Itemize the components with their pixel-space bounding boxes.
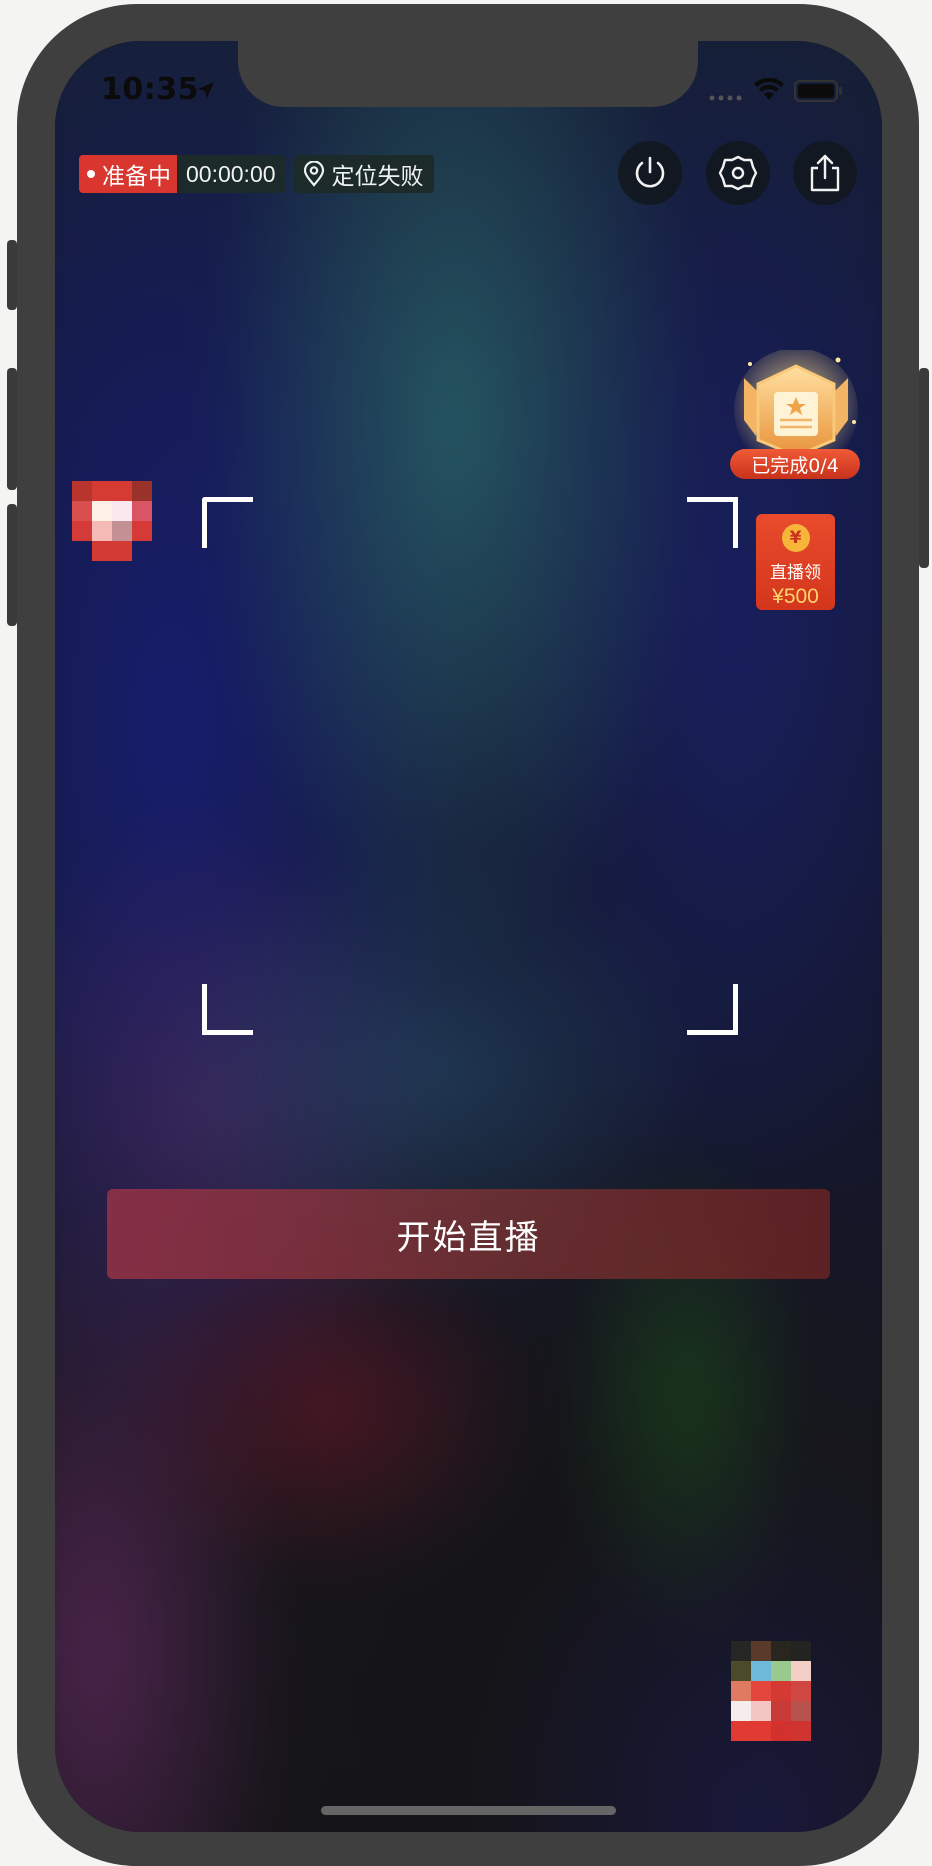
live-timer: 00:00:00 <box>177 155 285 193</box>
power-side-button <box>919 368 929 568</box>
recording-dot-icon <box>87 170 95 178</box>
screen <box>55 41 882 1832</box>
status-badge: 准备中 <box>79 155 177 193</box>
product-thumbnail[interactable] <box>731 1641 811 1741</box>
power-icon <box>635 156 665 188</box>
location-badge[interactable]: 定位失败 <box>293 155 434 193</box>
red-packet-label: 直播领 <box>770 563 821 583</box>
battery-icon <box>794 80 842 102</box>
yuan-coin-icon: ¥ <box>781 524 810 552</box>
notch <box>238 39 698 107</box>
volume-down-button <box>7 504 17 626</box>
wifi-icon <box>754 78 784 100</box>
red-packet-button[interactable]: ¥ 直播领 ¥500 <box>756 514 835 610</box>
status-label: 准备中 <box>102 164 171 190</box>
share-icon <box>810 154 840 192</box>
start-live-button[interactable]: 开始直播 <box>107 1189 830 1279</box>
gear-icon <box>718 155 758 191</box>
location-arrow-icon <box>198 82 214 98</box>
location-pin-icon <box>303 161 324 187</box>
live-status-bar: 准备中 00:00:00 定位失败 <box>79 155 434 193</box>
viewfinder-corner-top-right <box>687 497 738 548</box>
camera-preview-background <box>55 41 882 1832</box>
power-button[interactable] <box>618 141 682 205</box>
task-progress-label[interactable]: 已完成0/4 <box>730 449 860 479</box>
status-time: 10:35 <box>101 72 199 107</box>
settings-button[interactable] <box>706 141 770 205</box>
viewfinder-corner-bottom-right <box>687 984 738 1035</box>
red-packet-amount: ¥500 <box>772 585 819 608</box>
viewfinder-corner-bottom-left <box>202 984 253 1035</box>
volume-up-button <box>7 368 17 490</box>
viewfinder-corner-top-left <box>202 497 253 548</box>
mute-switch <box>7 240 17 310</box>
home-indicator[interactable] <box>321 1806 616 1815</box>
location-text: 定位失败 <box>331 164 424 190</box>
share-button[interactable] <box>793 141 857 205</box>
avatar[interactable] <box>72 481 152 561</box>
signal-icon <box>709 95 742 101</box>
